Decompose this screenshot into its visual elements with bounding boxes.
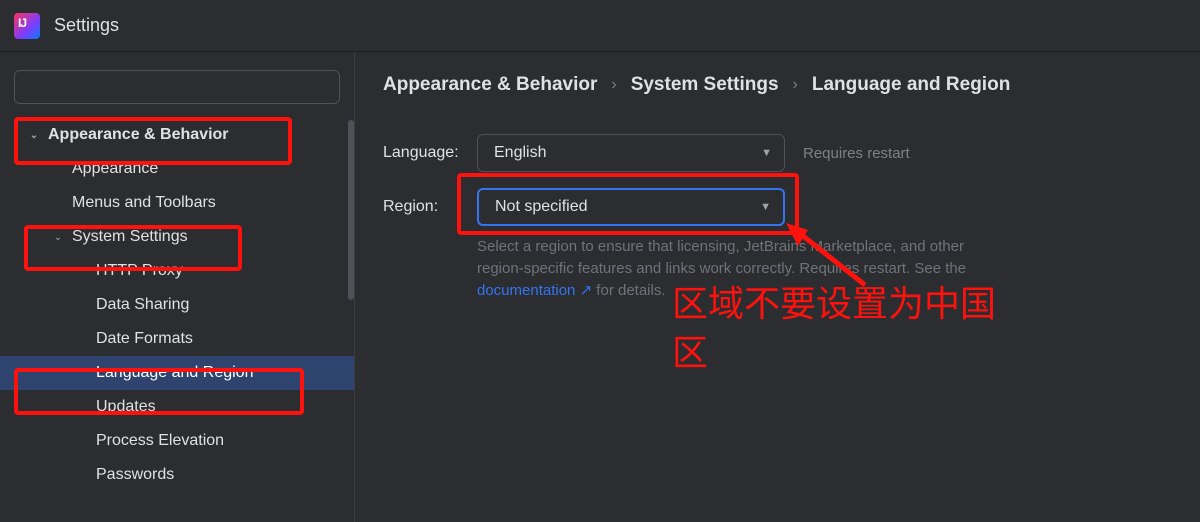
region-value: Not specified <box>495 198 588 216</box>
chevron-down-icon: ▼ <box>760 201 771 213</box>
breadcrumb-sep: › <box>611 76 616 94</box>
sidebar-item-label: Language and Region <box>96 364 253 382</box>
language-row: Language: English ▼ Requires restart <box>383 134 1172 172</box>
sidebar-item-label: Menus and Toolbars <box>72 194 216 212</box>
breadcrumb-sep: › <box>793 76 798 94</box>
settings-content: Appearance & Behavior › System Settings … <box>355 52 1200 522</box>
sidebar-item-label: Date Formats <box>96 330 193 348</box>
chevron-down-icon: ▼ <box>761 147 772 159</box>
app-icon: IJ <box>14 13 40 39</box>
region-select[interactable]: Not specified ▼ <box>477 188 785 226</box>
sidebar-item-date-formats[interactable]: Date Formats <box>0 322 354 356</box>
language-value: English <box>494 144 546 162</box>
sidebar-item-label: Passwords <box>96 466 174 484</box>
region-row: Region: Not specified ▼ <box>383 188 1172 226</box>
settings-tree[interactable]: ⌄ Appearance & Behavior Appearance Menus an… <box>0 112 354 522</box>
language-select[interactable]: English ▼ <box>477 134 785 172</box>
sidebar-item-data-sharing[interactable]: Data Sharing <box>0 288 354 322</box>
sidebar-item-http-proxy[interactable]: HTTP Proxy <box>0 254 354 288</box>
region-help: Select a region to ensure that licensing… <box>477 236 977 301</box>
language-label: Language: <box>383 144 477 162</box>
sidebar-item-label: HTTP Proxy <box>96 262 183 280</box>
breadcrumb-part: Language and Region <box>812 74 1010 96</box>
chevron-down-icon: ⌄ <box>28 130 40 141</box>
region-label: Region: <box>383 198 477 216</box>
sidebar-item-label: System Settings <box>72 228 188 246</box>
sidebar-item-appearance[interactable]: Appearance <box>0 152 354 186</box>
titlebar: IJ Settings <box>0 0 1200 52</box>
sidebar-item-label: Process Elevation <box>96 432 224 450</box>
sidebar-item-language-and-region[interactable]: Language and Region <box>0 356 354 390</box>
scrollbar[interactable] <box>348 112 354 492</box>
breadcrumb: Appearance & Behavior › System Settings … <box>383 74 1172 96</box>
sidebar-item-label: Data Sharing <box>96 296 189 314</box>
sidebar-item-menus-and-toolbars[interactable]: Menus and Toolbars <box>0 186 354 220</box>
sidebar-item-appearance-behavior[interactable]: ⌄ Appearance & Behavior <box>0 118 354 152</box>
settings-sidebar: ⌄ Appearance & Behavior Appearance Menus an… <box>0 52 355 522</box>
sidebar-item-system-settings[interactable]: ⌄ System Settings <box>0 220 354 254</box>
main: ⌄ Appearance & Behavior Appearance Menus an… <box>0 52 1200 522</box>
window-title: Settings <box>54 15 119 36</box>
sidebar-item-label: Appearance & Behavior <box>48 126 229 144</box>
sidebar-item-label: Updates <box>96 398 156 416</box>
sidebar-item-process-elevation[interactable]: Process Elevation <box>0 424 354 458</box>
sidebar-item-label: Appearance <box>72 160 158 178</box>
chevron-down-icon: ⌄ <box>52 232 64 243</box>
breadcrumb-part: System Settings <box>631 74 779 96</box>
sidebar-item-updates[interactable]: Updates <box>0 390 354 424</box>
scrollbar-thumb[interactable] <box>348 120 354 300</box>
sidebar-item-passwords[interactable]: Passwords <box>0 458 354 492</box>
documentation-link[interactable]: documentation ↗ <box>477 282 592 299</box>
language-hint: Requires restart <box>803 145 910 162</box>
search-input[interactable] <box>14 70 340 104</box>
breadcrumb-part: Appearance & Behavior <box>383 74 597 96</box>
